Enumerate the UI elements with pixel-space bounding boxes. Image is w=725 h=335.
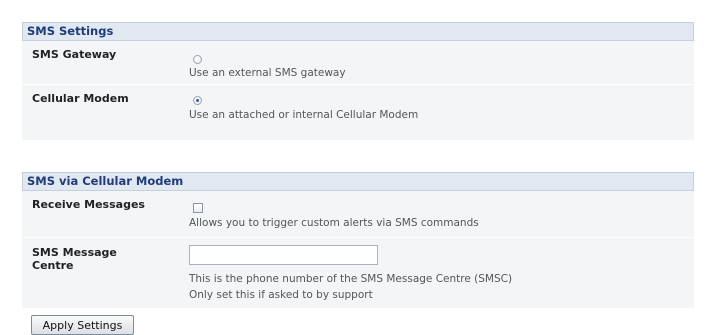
sms-message-centre-label: SMS Message Centre xyxy=(32,246,117,272)
sms-message-centre-note: Only set this if asked to by support xyxy=(189,289,373,301)
cellular-modem-radio[interactable] xyxy=(193,96,202,105)
sms-settings-header: SMS Settings xyxy=(22,22,694,41)
apply-settings-button[interactable]: Apply Settings xyxy=(31,315,134,335)
receive-messages-description: Allows you to trigger custom alerts via … xyxy=(189,217,479,229)
sms-via-modem-header: SMS via Cellular Modem xyxy=(22,172,694,191)
sms-gateway-label: SMS Gateway xyxy=(32,48,117,61)
sms-message-centre-input[interactable] xyxy=(189,245,378,265)
cellular-modem-description: Use an attached or internal Cellular Mod… xyxy=(189,109,419,121)
sms-gateway-description: Use an external SMS gateway xyxy=(189,67,346,79)
receive-messages-checkbox[interactable] xyxy=(193,203,203,213)
row-divider xyxy=(22,84,694,85)
row-divider xyxy=(22,237,694,238)
sms-gateway-radio[interactable] xyxy=(193,55,202,64)
receive-messages-label: Receive Messages xyxy=(32,198,145,211)
cellular-modem-label: Cellular Modem xyxy=(32,92,129,105)
sms-message-centre-description: This is the phone number of the SMS Mess… xyxy=(189,273,513,285)
